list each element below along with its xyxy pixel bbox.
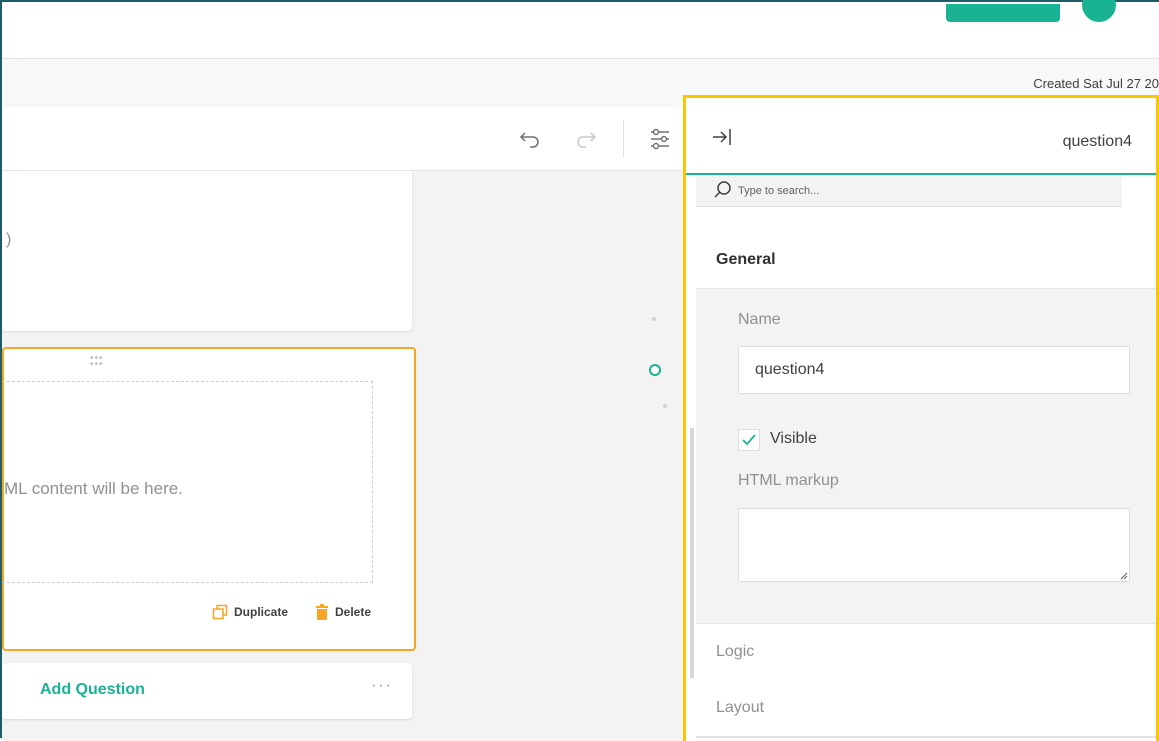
html-markup-textarea[interactable] bbox=[738, 508, 1130, 582]
page-nav-dot[interactable] bbox=[652, 317, 656, 321]
category-layout-label: Layout bbox=[716, 699, 765, 716]
visible-label: Visible bbox=[770, 430, 817, 447]
property-grid-panel: question4 General Name Visible HTML mark… bbox=[683, 95, 1159, 741]
design-canvas: ) ••• ••• ML content will be here. Duplic… bbox=[2, 171, 685, 738]
selected-element-name[interactable]: question4 bbox=[1063, 133, 1132, 151]
drag-handle-icon[interactable]: ••• ••• bbox=[90, 354, 104, 370]
property-search-bar bbox=[696, 175, 1122, 207]
name-label: Name bbox=[738, 311, 781, 328]
duplicate-button[interactable]: Duplicate bbox=[212, 604, 288, 620]
selected-question-card[interactable]: ••• ••• ML content will be here. Duplicat… bbox=[2, 347, 416, 651]
designer-toolbar bbox=[2, 107, 685, 171]
toolbar-separator bbox=[623, 121, 624, 157]
question-card[interactable]: ) bbox=[2, 171, 412, 331]
resize-grip-icon[interactable] bbox=[1120, 572, 1128, 580]
property-grid-header: question4 bbox=[686, 98, 1156, 175]
more-options-icon[interactable]: ··· bbox=[371, 677, 393, 695]
add-question-bar: Add Question ··· bbox=[2, 663, 412, 719]
category-logic[interactable]: Logic bbox=[696, 623, 1156, 681]
general-category-content: Name Visible HTML markup bbox=[696, 289, 1156, 623]
page-nav-dot[interactable] bbox=[663, 404, 667, 408]
search-icon bbox=[714, 181, 732, 204]
html-placeholder-text: ML content will be here. bbox=[4, 479, 183, 498]
created-date: Created Sat Jul 27 20 bbox=[1033, 76, 1159, 91]
undo-icon[interactable] bbox=[516, 125, 544, 153]
redo-icon[interactable] bbox=[572, 125, 600, 153]
trash-icon bbox=[316, 604, 328, 620]
collapse-panel-icon[interactable] bbox=[712, 128, 732, 151]
category-logic-label: Logic bbox=[716, 643, 755, 660]
check-icon bbox=[742, 434, 756, 446]
html-content-area: ML content will be here. bbox=[2, 381, 373, 583]
category-general[interactable]: General bbox=[696, 232, 1156, 289]
user-avatar[interactable] bbox=[1082, 0, 1116, 22]
delete-label: Delete bbox=[335, 605, 372, 619]
sliders-icon[interactable] bbox=[646, 125, 674, 153]
publish-button[interactable] bbox=[946, 4, 1060, 22]
panel-scrollbar[interactable] bbox=[690, 428, 694, 678]
duplicate-label: Duplicate bbox=[234, 605, 289, 619]
visible-checkbox[interactable] bbox=[738, 429, 760, 451]
duplicate-icon bbox=[212, 604, 228, 620]
delete-button[interactable]: Delete bbox=[315, 604, 371, 620]
app-topbar bbox=[2, 0, 1159, 59]
add-question-button[interactable]: Add Question bbox=[40, 681, 145, 699]
html-markup-label: HTML markup bbox=[738, 472, 839, 489]
name-input[interactable] bbox=[738, 346, 1130, 394]
category-layout[interactable]: Layout bbox=[696, 680, 1156, 737]
property-search-input[interactable] bbox=[736, 180, 1100, 202]
page-nav-current-dot[interactable] bbox=[649, 364, 661, 376]
question-text-fragment: ) bbox=[6, 231, 12, 248]
category-general-label: General bbox=[716, 251, 776, 268]
